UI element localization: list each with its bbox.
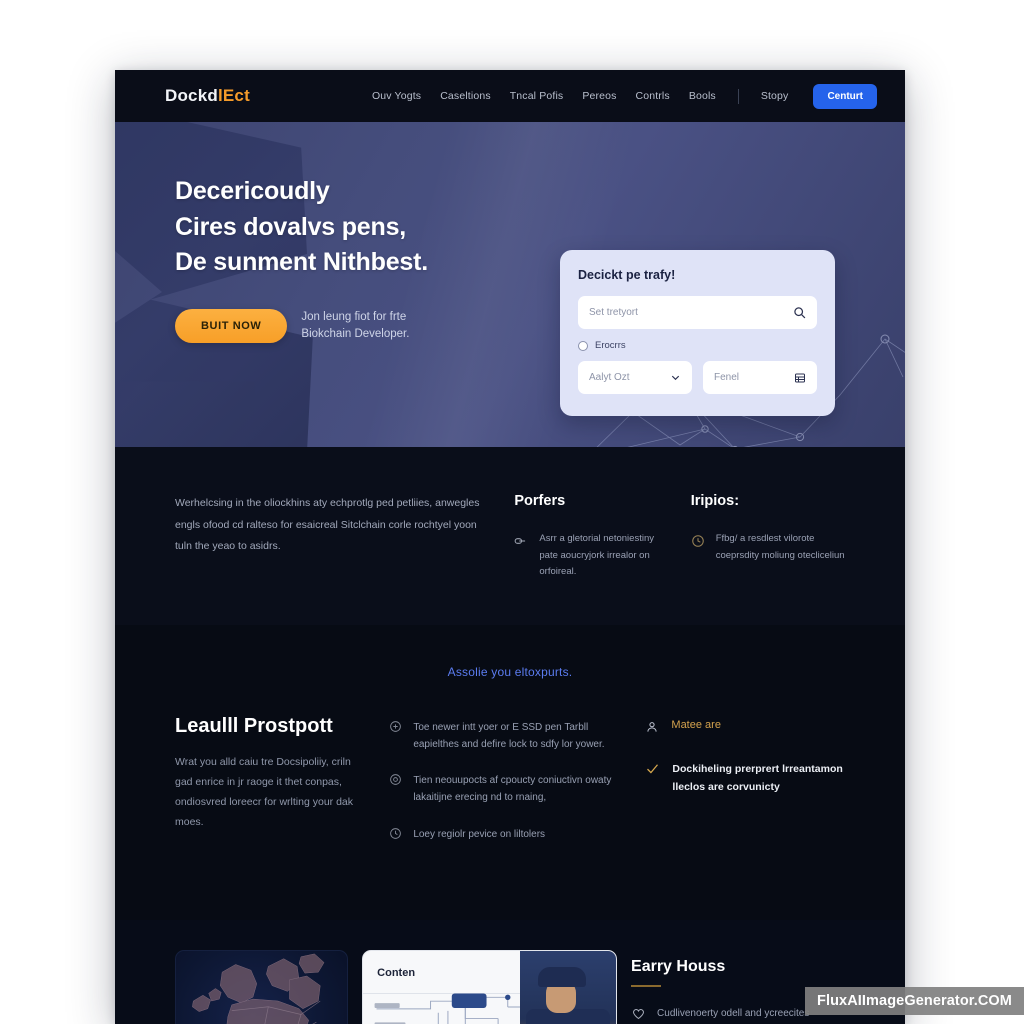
search-icon — [794, 307, 806, 319]
gear-icon — [390, 774, 402, 786]
features-section: Werhelcsing in the oliockhins aty echpro… — [115, 447, 905, 625]
hero-cta-row: BUIT NOW Jon leung fiot for frte Biokcha… — [175, 308, 505, 343]
heart-icon — [633, 1009, 644, 1020]
nav-item-1[interactable]: Caseltions — [440, 90, 491, 102]
nav-item-3[interactable]: Pereos — [582, 90, 616, 102]
page-root: DockdlEct Ouv Yogts Caseltions Tncal Pof… — [0, 0, 1024, 1024]
search-input[interactable]: Set tretyort — [578, 296, 817, 329]
feature-column-1: Iripios: Ffbg/ a resdlest vilorote coepr… — [691, 493, 845, 581]
experts-section: Assolie you eltoxpurts. Leaulll Prostpot… — [115, 624, 905, 920]
experts-left-column: Leaulll Prostpott Wrat you alld caiu tre… — [175, 715, 365, 862]
experts-list-item-2-text: Loey regiolr pevice on liltolers — [413, 828, 546, 840]
radio-option-row[interactable]: Erocrrs — [578, 340, 817, 351]
hero-heading-line-1: Decericoudly — [175, 177, 330, 205]
feature-item-1: Ffbg/ a resdlest vilorote coeprsdity mol… — [691, 531, 845, 564]
experts-right-item-1-body: Dockiheling prerprert lrreantamon lleclo… — [672, 762, 843, 793]
feature-column-1-title: Iripios: — [690, 493, 740, 509]
experts-right-item-0-title: Matee are — [671, 718, 721, 731]
check-icon — [647, 764, 659, 774]
experts-right-item-0: Matee are — [645, 719, 845, 734]
hero-subtext-line-1: Jon leung fiot for frte — [301, 310, 407, 323]
top-navigation-bar: DockdlEct Ouv Yogts Caseltions Tncal Pof… — [115, 70, 905, 122]
user-icon — [647, 721, 657, 732]
hero-card-title: Decickt pe trafy! — [578, 268, 676, 282]
hero-heading-line-2: Cires dovalvs pens, — [175, 212, 407, 241]
badge-icon — [390, 721, 402, 732]
site-logo[interactable]: DockdlEct — [165, 86, 250, 106]
clock-icon — [390, 827, 402, 839]
secondary-field[interactable]: Fenel — [703, 361, 817, 394]
logo-text-primary: Dockd — [165, 86, 218, 105]
feature-item-1-text: Ffbg/ a resdlest vilorote coeprsdity mol… — [715, 533, 845, 561]
nav-links: Ouv Yogts Caseltions Tncal Pofis Pereos … — [372, 83, 877, 109]
flowchart-card[interactable]: Conten — [362, 949, 618, 1024]
experts-list: Toe newer intt yoer or E SSD pen Tarbll … — [389, 715, 621, 862]
radio-button[interactable] — [578, 340, 588, 351]
photo-subject-hat — [538, 966, 587, 987]
experts-list-item-2: Loey regiolr pevice on liltolers — [389, 826, 621, 843]
hero-subtext: Jon leung fiot for frte Biokchain Develo… — [301, 309, 409, 342]
hero-copy: Decericoudly Cires dovalvs pens, De sunm… — [175, 174, 505, 343]
feature-column-0-title: Porfers — [514, 493, 566, 509]
experts-right-column: Matee are Dockiheling prerprert lrreanta… — [645, 715, 845, 862]
nav-item-secondary[interactable]: Stopy — [761, 90, 789, 102]
grid-icon — [795, 373, 805, 382]
hero-heading: Decericoudly Cires dovalvs pens, De sunm… — [175, 174, 505, 281]
flowchart-photo — [520, 950, 617, 1024]
chevron-down-icon — [671, 375, 680, 381]
map-card[interactable]: n — [175, 949, 349, 1024]
experts-paragraph: Wrat you alld caiu tre Docsipoliiy, cril… — [175, 755, 353, 829]
link-icon — [515, 538, 526, 544]
title-underline — [631, 984, 662, 988]
feature-item-0: Asrr a gletorial netoniestiny pate aoucr… — [514, 531, 668, 581]
feature-column-0: Porfers Asrr a gletorial netoniestiny pa… — [514, 493, 668, 581]
watermark: FluxAIImageGenerator.COM — [805, 987, 1024, 1015]
nav-item-2[interactable]: Tncal Pofis — [510, 90, 564, 102]
experts-grid: Leaulll Prostpott Wrat you alld caiu tre… — [175, 715, 845, 862]
experts-list-item-0: Toe newer intt yoer or E SSD pen Tarbll … — [389, 719, 621, 753]
features-paragraph: Werhelcsing in the oliockhins aty echpro… — [175, 497, 480, 553]
hero-section: Decericoudly Cires dovalvs pens, De sunm… — [115, 122, 905, 447]
experts-list-item-1-text: Tien neouupocts af cpoucty coniuctivn ow… — [413, 775, 612, 804]
clock-icon — [691, 535, 704, 547]
radio-label: Erocrrs — [595, 340, 626, 351]
logo-text-accent: lEct — [217, 86, 250, 105]
experts-eyebrow: Assolie you eltoxpurts. — [447, 664, 573, 679]
field-row: Aalyt Ozt Fenel — [578, 361, 817, 394]
hero-search-card: Decickt pe trafy! Set tretyort Erocrrs A… — [560, 250, 835, 416]
experts-heading: Leaulll Prostpott — [175, 714, 333, 737]
experts-list-item-1: Tien neouupocts af cpoucty coniuctivn ow… — [389, 772, 621, 806]
experts-list-item-0-text: Toe newer intt yoer or E SSD pen Tarbll … — [413, 721, 605, 751]
hero-cta-button[interactable]: BUIT NOW — [175, 308, 288, 343]
feature-item-0-text: Asrr a gletorial netoniestiny pate aoucr… — [539, 533, 654, 578]
hero-subtext-line-2: Biokchain Developer. — [301, 327, 410, 340]
hero-heading-line-3: De sunment Nithbest. — [175, 248, 428, 276]
bottom-right-title: Earry Houss — [631, 957, 726, 975]
category-select[interactable]: Aalyt Ozt — [578, 361, 692, 394]
experts-right-item-1: Dockiheling prerprert lrreantamon lleclo… — [645, 760, 845, 796]
nav-divider — [737, 88, 739, 104]
nav-item-0[interactable]: Ouv Yogts — [372, 90, 421, 102]
nav-item-4[interactable]: Contrls — [636, 90, 670, 102]
nav-item-5[interactable]: Bools — [689, 90, 716, 102]
nav-cta-button[interactable]: Centurt — [813, 83, 877, 109]
search-input-placeholder: Set tretyort — [589, 307, 638, 318]
bottom-section: n Conten — [115, 919, 905, 1024]
secondary-field-value: Fenel — [714, 372, 740, 383]
europe-map-graphic — [192, 953, 325, 1024]
website-canvas: DockdlEct Ouv Yogts Caseltions Tncal Pof… — [115, 70, 905, 1024]
category-select-value: Aalyt Ozt — [589, 372, 630, 383]
